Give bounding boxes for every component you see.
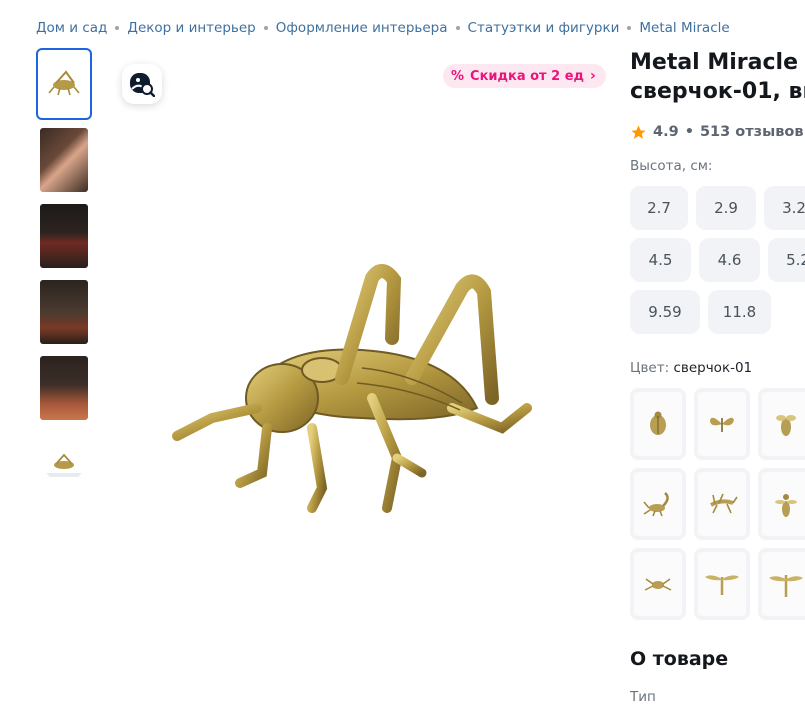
thumbnail-4[interactable]: [36, 276, 92, 348]
breadcrumb-separator: [627, 26, 632, 30]
color-option-spider[interactable]: [630, 548, 686, 620]
height-label: Высота, см:: [630, 158, 713, 174]
color-option-bee[interactable]: [758, 388, 805, 460]
height-option[interactable]: 4.6: [699, 238, 760, 282]
breadcrumb-decor[interactable]: Декор и интерьер: [127, 20, 255, 36]
hand-photo-thumbnail-image: [40, 128, 88, 192]
breadcrumb-separator: [115, 26, 120, 30]
thumbnail-6[interactable]: [36, 428, 92, 500]
thumbnail-1[interactable]: [36, 48, 92, 120]
spider-icon: [644, 578, 672, 591]
product-title: Metal Miracle С сверчок-01, вы: [630, 50, 805, 104]
wood-photo-thumbnail-image: [40, 204, 88, 268]
wasp-icon: [775, 494, 797, 517]
breadcrumb-interior-design[interactable]: Оформление интерьера: [276, 20, 448, 36]
height-option[interactable]: 9.59: [630, 290, 700, 334]
breadcrumb-figurines[interactable]: Статуэтки и фигурки: [468, 20, 620, 36]
image-search-button[interactable]: [122, 64, 162, 104]
height-option[interactable]: 2.7: [630, 186, 688, 230]
beetle-icon: [650, 411, 666, 435]
color-label: Цвет: сверчок-01: [630, 360, 752, 376]
stand-photo-thumbnail-image: [40, 432, 88, 496]
thumbnail-3[interactable]: [36, 200, 92, 272]
thumbnail-2[interactable]: [36, 124, 92, 196]
height-option[interactable]: 5.2: [768, 238, 805, 282]
color-option-wasp[interactable]: [758, 468, 805, 540]
color-option-scorpion[interactable]: [630, 468, 686, 540]
bee-icon: [776, 415, 796, 436]
about-section-title: О товаре: [630, 648, 729, 670]
main-product-image[interactable]: % Скидка от 2 ед ›: [112, 48, 606, 608]
color-selected-value: сверчок-01: [673, 360, 753, 376]
promo-label: Скидка от 2 ед: [470, 68, 585, 84]
grasshopper-figurine-image: [172, 264, 532, 513]
height-option[interactable]: 11.8: [708, 290, 771, 334]
height-option[interactable]: 2.9: [696, 186, 756, 230]
height-option[interactable]: 4.5: [630, 238, 691, 282]
percent-icon: %: [451, 68, 465, 84]
type-label: Тип: [630, 689, 656, 705]
color-option-dragonfly[interactable]: [694, 548, 750, 620]
color-option-butterfly[interactable]: [694, 388, 750, 460]
dark-photo-thumbnail-image: [40, 280, 88, 344]
color-option-beetle[interactable]: [630, 388, 686, 460]
star-icon: [631, 124, 646, 139]
breadcrumb-home-garden[interactable]: Дом и сад: [36, 20, 107, 36]
scorpion-icon: [643, 492, 669, 517]
rating-separator: •: [684, 124, 694, 140]
product-rating[interactable]: 4.9 • 513 отзывов: [630, 122, 805, 142]
color-label-text: Цвет:: [630, 360, 670, 376]
dragonfly-icon: [769, 575, 803, 597]
table-photo-thumbnail-image: [40, 356, 88, 420]
breadcrumb-separator: [455, 26, 460, 30]
butterfly-icon: [710, 417, 734, 432]
reviews-count-link[interactable]: 513 отзывов: [700, 124, 804, 140]
height-option[interactable]: 3.2: [764, 186, 805, 230]
chevron-right-icon: ›: [590, 68, 596, 84]
breadcrumb: Дом и сад Декор и интерьер Оформление ин…: [36, 18, 730, 38]
discount-promo-badge[interactable]: % Скидка от 2 ед ›: [443, 64, 606, 88]
color-option-mantis[interactable]: [694, 468, 750, 540]
grasshopper-thumbnail-image: [40, 52, 88, 116]
rating-value: 4.9: [653, 124, 679, 140]
breadcrumb-brand[interactable]: Metal Miracle: [639, 20, 729, 36]
dragonfly-icon: [705, 575, 739, 595]
breadcrumb-separator: [263, 26, 268, 30]
mantis-icon: [710, 493, 738, 514]
color-option-dragonfly-2[interactable]: [758, 548, 805, 620]
thumbnail-5[interactable]: [36, 352, 92, 424]
image-search-icon: [130, 73, 155, 97]
